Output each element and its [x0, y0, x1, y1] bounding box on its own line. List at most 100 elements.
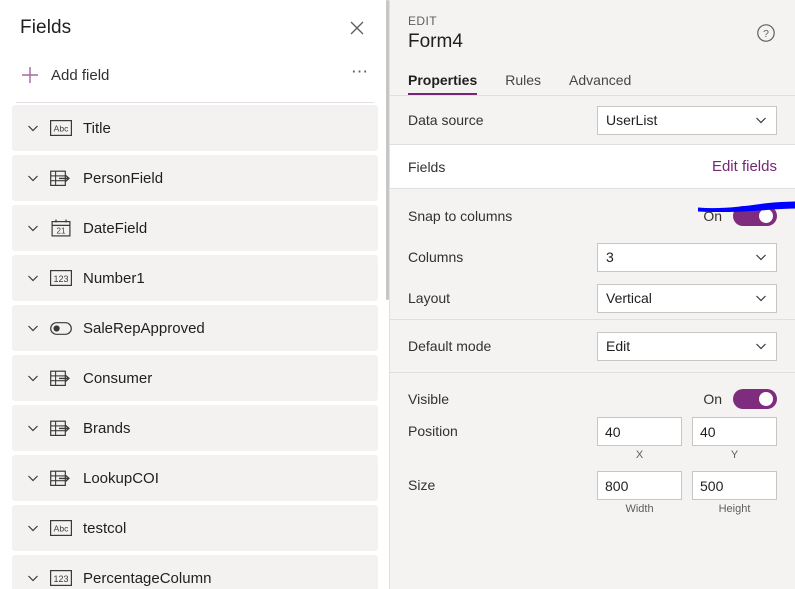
- field-list-item-label: PersonField: [83, 169, 164, 187]
- fields-list[interactable]: Abc Title PersonField 21 DateField 123 Number1…: [0, 105, 390, 589]
- field-list-item[interactable]: 123 Number1: [12, 255, 378, 301]
- help-circle-icon[interactable]: ?: [755, 22, 779, 46]
- size-label: Size: [408, 477, 436, 493]
- snap-to-columns-toggle[interactable]: [733, 206, 777, 226]
- lookup-icon: [48, 367, 74, 389]
- chevron-down-icon[interactable]: [22, 467, 44, 489]
- text-abc-icon: Abc: [48, 517, 74, 539]
- snap-to-columns-label: Snap to columns: [408, 208, 513, 224]
- chevron-down-icon[interactable]: [22, 367, 44, 389]
- default-mode-row: Default mode Edit: [390, 320, 795, 372]
- field-list-item[interactable]: LookupCOI: [12, 455, 378, 501]
- svg-text:21: 21: [57, 227, 66, 236]
- chevron-down-icon[interactable]: [22, 417, 44, 439]
- chevron-down-icon[interactable]: [22, 567, 44, 589]
- layout-value: Vertical: [606, 290, 652, 306]
- field-list-item[interactable]: Abc Title: [12, 105, 378, 151]
- field-list-item-label: Consumer: [83, 369, 153, 387]
- app-root: Fields Add field ⋯ Abc Title PersonField 21…: [0, 0, 795, 589]
- layout-row: Layout Vertical: [390, 277, 795, 319]
- data-source-label: Data source: [408, 112, 484, 128]
- lookup-icon: [48, 167, 74, 189]
- snap-to-columns-state: On: [703, 208, 722, 224]
- size-height-caption: Height: [718, 503, 751, 515]
- field-list-item-label: PercentageColumn: [83, 569, 212, 587]
- visible-label: Visible: [408, 391, 449, 407]
- columns-label: Columns: [408, 249, 464, 265]
- position-fields: 40 X 40 Y: [597, 417, 777, 461]
- field-list-item[interactable]: Consumer: [12, 355, 378, 401]
- layout-select[interactable]: Vertical: [597, 283, 777, 313]
- data-source-row: Data source UserList: [390, 96, 795, 144]
- visible-row: Visible On: [390, 373, 795, 417]
- fields-row: Fields Edit fields: [390, 145, 795, 188]
- size-row: Size 800 Width 500 Height: [390, 471, 795, 525]
- size-height-input[interactable]: 500: [692, 471, 777, 500]
- edit-fields-link[interactable]: Edit fields: [712, 158, 777, 175]
- chevron-down-icon[interactable]: [22, 117, 44, 139]
- properties-tabs[interactable]: Properties Rules Advanced: [390, 62, 795, 96]
- ellipsis-icon[interactable]: ⋯: [351, 63, 370, 83]
- add-field-button[interactable]: Add field ⋯: [0, 56, 390, 94]
- tabs-underline: [390, 95, 795, 96]
- chevron-down-icon[interactable]: [22, 317, 44, 339]
- field-list-item-label: Title: [83, 119, 111, 137]
- chevron-down-icon[interactable]: [22, 517, 44, 539]
- plus-icon: [17, 62, 43, 88]
- position-y-input[interactable]: 40: [692, 417, 777, 446]
- chevron-down-icon[interactable]: [22, 167, 44, 189]
- field-list-item[interactable]: SaleRepApproved: [12, 305, 378, 351]
- number-123-icon: 123: [48, 567, 74, 589]
- field-list-item-label: SaleRepApproved: [83, 319, 205, 337]
- size-width-caption: Width: [625, 503, 654, 515]
- tab-rules[interactable]: Rules: [505, 72, 541, 96]
- svg-text:Abc: Abc: [54, 524, 69, 534]
- properties-panel: EDIT Form4 ? Properties Rules Advanced D…: [390, 0, 795, 589]
- field-list-item-label: testcol: [83, 519, 127, 537]
- chevron-down-icon[interactable]: [22, 217, 44, 239]
- panel-eyebrow: EDIT: [408, 14, 437, 28]
- chevron-down-icon[interactable]: [22, 267, 44, 289]
- fields-panel-divider: [16, 102, 374, 103]
- svg-text:123: 123: [53, 274, 68, 284]
- close-icon[interactable]: [344, 15, 370, 41]
- number-123-icon: 123: [48, 267, 74, 289]
- default-mode-label: Default mode: [408, 338, 492, 354]
- position-x-input[interactable]: 40: [597, 417, 682, 446]
- chevron-down-icon: [754, 250, 768, 264]
- add-field-label: Add field: [51, 66, 110, 84]
- chevron-down-icon: [754, 339, 768, 353]
- field-list-item[interactable]: Brands: [12, 405, 378, 451]
- svg-text:?: ?: [763, 28, 769, 40]
- size-fields: 800 Width 500 Height: [597, 471, 777, 515]
- snap-to-columns-toggle-group[interactable]: On: [703, 206, 777, 226]
- columns-select[interactable]: 3: [597, 242, 777, 272]
- snap-to-columns-row: Snap to columns On: [390, 189, 795, 237]
- tab-properties[interactable]: Properties: [408, 72, 478, 96]
- visible-toggle[interactable]: [733, 389, 777, 409]
- toggle-knob: [759, 209, 773, 223]
- fields-panel-header: Fields: [0, 0, 390, 56]
- size-height-cell: 500 Height: [692, 471, 777, 515]
- field-list-item[interactable]: 123 PercentageColumn: [12, 555, 378, 589]
- properties-panel-header: EDIT Form4 ?: [390, 0, 795, 53]
- visible-toggle-group[interactable]: On: [703, 389, 777, 409]
- columns-value: 3: [606, 249, 614, 265]
- calendar-21-icon: 21: [48, 217, 74, 239]
- field-list-item[interactable]: Abc testcol: [12, 505, 378, 551]
- fields-label: Fields: [408, 158, 446, 175]
- lookup-icon: [48, 417, 74, 439]
- fields-panel: Fields Add field ⋯ Abc Title PersonField 21…: [0, 0, 390, 589]
- size-width-input[interactable]: 800: [597, 471, 682, 500]
- field-list-item[interactable]: PersonField: [12, 155, 378, 201]
- data-source-value: UserList: [606, 112, 658, 128]
- default-mode-select[interactable]: Edit: [597, 331, 777, 361]
- data-source-select[interactable]: UserList: [597, 105, 777, 135]
- tab-advanced[interactable]: Advanced: [569, 72, 631, 96]
- field-list-item-label: Brands: [83, 419, 131, 437]
- text-abc-icon: Abc: [48, 117, 74, 139]
- svg-text:123: 123: [53, 574, 68, 584]
- chevron-down-icon: [754, 291, 768, 305]
- field-list-item[interactable]: 21 DateField: [12, 205, 378, 251]
- visible-state: On: [703, 391, 722, 407]
